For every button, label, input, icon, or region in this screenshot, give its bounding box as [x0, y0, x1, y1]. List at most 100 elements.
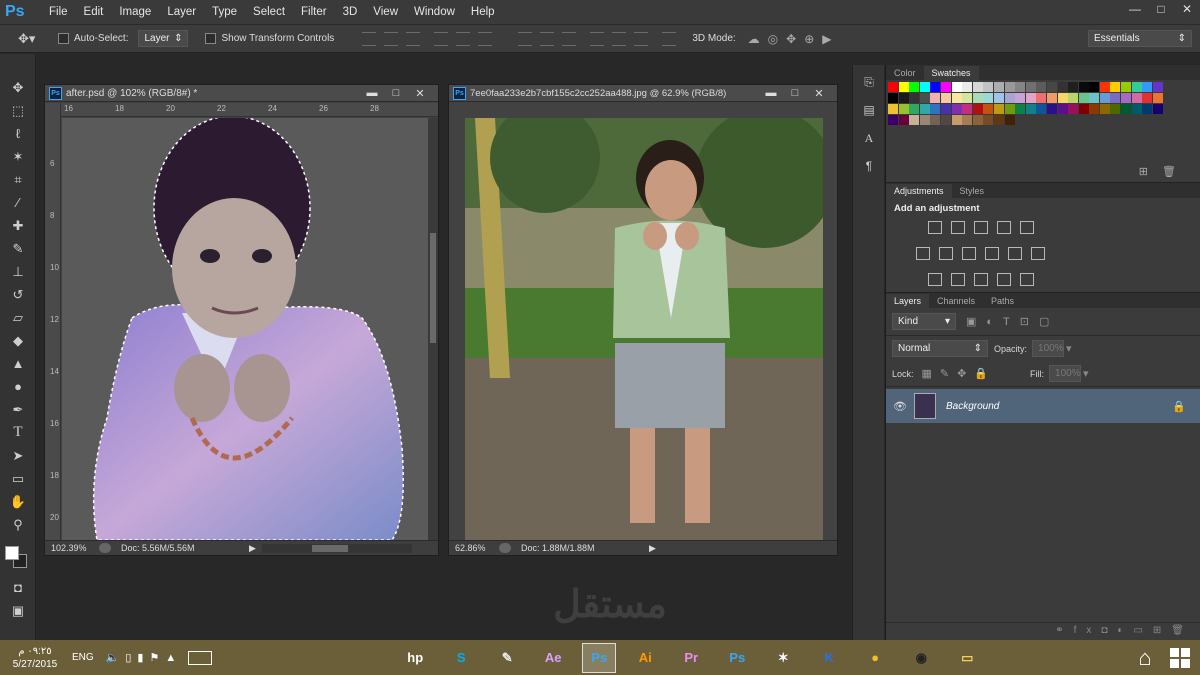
gradient-map-icon[interactable] [1020, 273, 1034, 286]
document-window-after[interactable]: Ps after.psd @ 102% (RGB/8#) * ▬ □ ✕ 16 … [44, 84, 439, 556]
zoom-tool-icon[interactable]: ⚲ [6, 513, 30, 536]
doc-maximize-button[interactable]: □ [783, 87, 807, 99]
swatch[interactable] [983, 93, 994, 103]
menu-view[interactable]: View [365, 6, 406, 18]
hand-tool-icon[interactable]: ✋ [6, 490, 30, 513]
channel-mixer-icon[interactable] [1008, 247, 1022, 260]
swatch[interactable] [1089, 93, 1100, 103]
swatch[interactable] [983, 82, 994, 92]
path-selection-tool-icon[interactable]: ➤ [6, 444, 30, 467]
windows-start-icon[interactable] [1160, 643, 1200, 673]
swatch[interactable] [993, 93, 1004, 103]
show-transform-checkbox[interactable] [205, 33, 217, 44]
taskbar-app-after-effects-icon[interactable]: Ae [536, 643, 570, 673]
crop-tool-icon[interactable]: ⌗ [6, 168, 30, 191]
swatch[interactable] [1078, 82, 1089, 92]
menu-edit[interactable]: Edit [76, 6, 112, 18]
swatch[interactable] [1121, 104, 1132, 114]
swatch[interactable] [919, 104, 930, 114]
status-arrow-icon[interactable]: ▶ [249, 543, 256, 554]
menu-3d[interactable]: 3D [335, 6, 366, 18]
swatch[interactable] [919, 82, 930, 92]
menu-help[interactable]: Help [463, 6, 503, 18]
swatch[interactable] [940, 93, 951, 103]
swatch[interactable] [1046, 93, 1057, 103]
curves-icon[interactable] [974, 221, 988, 234]
swatch[interactable] [919, 93, 930, 103]
zoom-level[interactable]: 102.39% [51, 543, 89, 553]
doc-minimize-button[interactable]: ▬ [759, 87, 783, 99]
swatch[interactable] [1057, 104, 1068, 114]
tab-styles[interactable]: Styles [952, 184, 993, 198]
swatch[interactable] [1004, 104, 1015, 114]
black-white-icon[interactable] [962, 247, 976, 260]
swatch[interactable] [940, 104, 951, 114]
swatch[interactable] [972, 93, 983, 103]
opacity-slider-icon[interactable]: ▾ [1066, 342, 1072, 355]
swatch[interactable] [898, 82, 909, 92]
tab-swatches[interactable]: Swatches [923, 66, 979, 80]
swatch[interactable] [898, 104, 909, 114]
swatch[interactable] [898, 93, 909, 103]
scroll-thumb[interactable] [311, 544, 348, 552]
tab-paths[interactable]: Paths [983, 294, 1022, 308]
swatch[interactable] [1121, 93, 1132, 103]
menu-layer[interactable]: Layer [159, 6, 204, 18]
taskbar-app-explorer-icon[interactable]: ▭ [950, 643, 984, 673]
swatch[interactable] [1068, 104, 1079, 114]
filter-icons[interactable]: ▣◐T⊡▢ [966, 315, 1059, 328]
swatch[interactable] [983, 104, 994, 114]
swatch[interactable] [993, 82, 1004, 92]
swatch[interactable] [972, 115, 983, 125]
swatch[interactable] [930, 115, 941, 125]
swatch[interactable] [1025, 93, 1036, 103]
swatch[interactable] [909, 82, 920, 92]
swatch[interactable] [983, 115, 994, 125]
swatch[interactable] [1004, 115, 1015, 125]
swatch[interactable] [909, 104, 920, 114]
swatch[interactable] [962, 82, 973, 92]
swatch[interactable] [930, 104, 941, 114]
stamp-tool-icon[interactable]: ⊥ [6, 260, 30, 283]
swatch[interactable] [1089, 104, 1100, 114]
swatch[interactable] [919, 115, 930, 125]
taskbar-app-chrome-icon[interactable]: ● [858, 643, 892, 673]
lasso-tool-icon[interactable]: ℓ [6, 122, 30, 145]
swatch[interactable] [993, 115, 1004, 125]
history-panel-icon[interactable]: ⎘ [858, 71, 880, 93]
document-title-bar[interactable]: Ps 7ee0faa233e2b7cbf155c2cc252aa488.jpg … [449, 85, 837, 102]
selective-color-icon[interactable] [997, 273, 1011, 286]
swatch[interactable] [898, 115, 909, 125]
blend-mode-dropdown[interactable]: Normal ⇕ [892, 340, 988, 357]
menu-type[interactable]: Type [204, 6, 245, 18]
auto-select-checkbox[interactable] [58, 33, 69, 44]
threshold-icon[interactable] [974, 273, 988, 286]
tray-icons[interactable]: 🔈▯▮⚑▲ [106, 651, 183, 664]
align-top-icon[interactable] [362, 31, 377, 46]
swatch[interactable] [1110, 82, 1121, 92]
align-left-icon[interactable] [434, 31, 449, 46]
quick-mask-icon[interactable]: ◘ [6, 576, 30, 599]
clock[interactable]: ٠٩:٢٥ م 5/27/2015 [0, 645, 70, 671]
swatch[interactable] [1152, 104, 1163, 114]
restore-button[interactable]: □ [1148, 0, 1174, 18]
swatch[interactable] [1131, 93, 1142, 103]
swatch[interactable] [909, 115, 920, 125]
distribute-hcenter-icon[interactable] [612, 31, 627, 46]
menu-select[interactable]: Select [245, 6, 293, 18]
3d-tools-icons[interactable]: ☁◎✥⊕▶ [748, 32, 840, 46]
menu-file[interactable]: File [41, 6, 76, 18]
move-tool-icon[interactable]: ✥▾ [18, 31, 46, 47]
opacity-field[interactable]: 100% [1032, 340, 1065, 357]
swatch[interactable] [972, 104, 983, 114]
close-button[interactable]: ✕ [1174, 0, 1200, 18]
vibrance-icon[interactable] [1020, 221, 1034, 234]
taskbar-app-photoshop-icon[interactable]: Ps [582, 642, 617, 673]
swatch[interactable] [930, 82, 941, 92]
lock-icons[interactable]: ▦✎✥🔒 [922, 367, 997, 380]
swatch[interactable] [1004, 93, 1015, 103]
eraser-tool-icon[interactable]: ▱ [6, 306, 30, 329]
swatch[interactable] [940, 82, 951, 92]
swatch[interactable] [930, 93, 941, 103]
visibility-eye-icon[interactable]: 👁 [886, 400, 914, 413]
